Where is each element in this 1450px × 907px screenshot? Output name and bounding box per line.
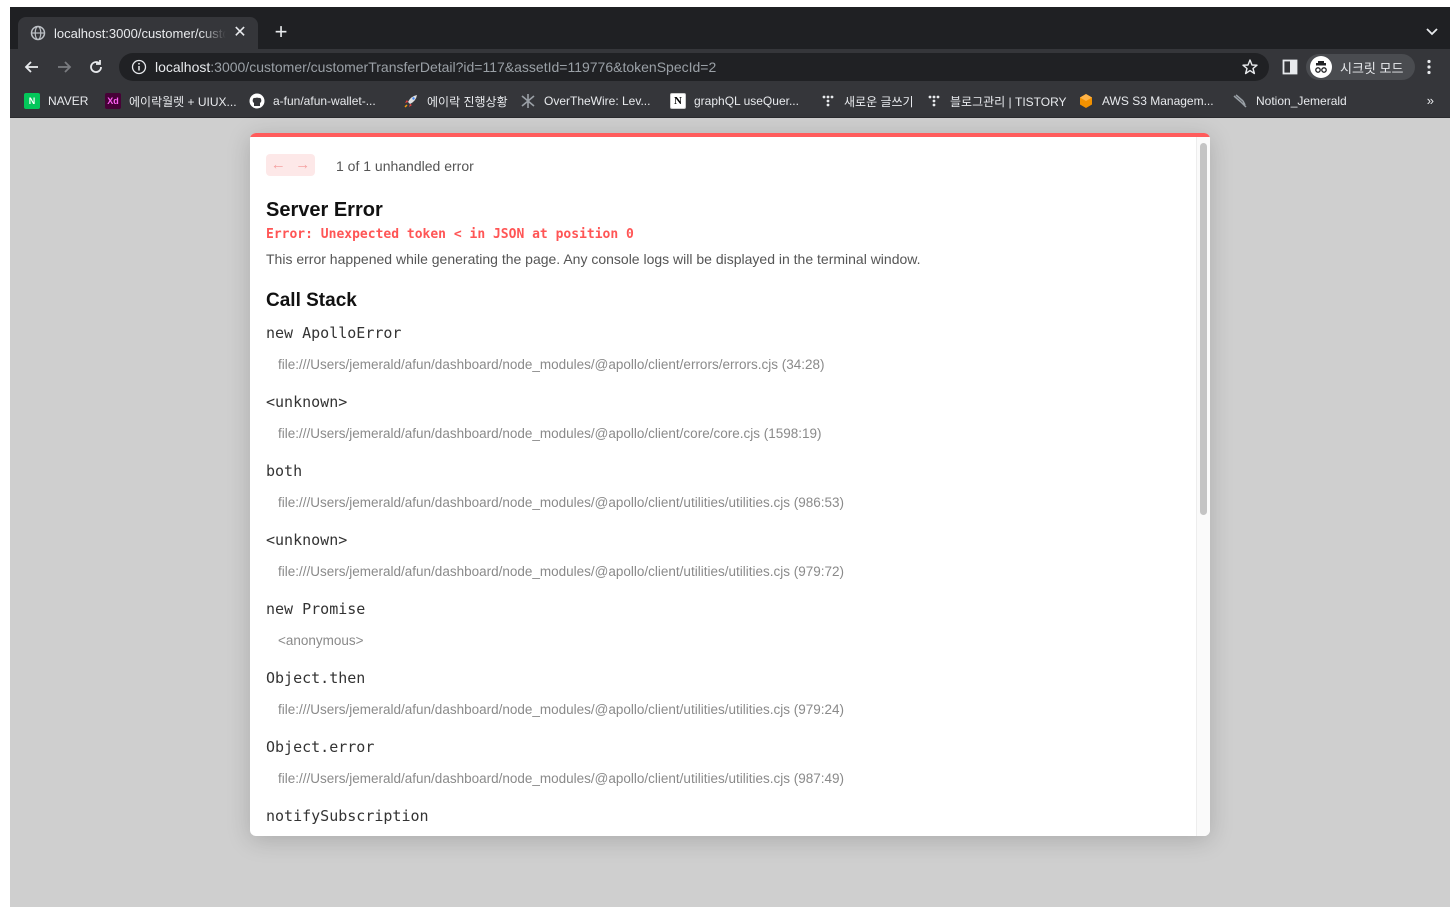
star-icon[interactable] <box>1241 58 1259 76</box>
stack-frame-name: <unknown> <box>266 531 348 549</box>
info-icon[interactable] <box>131 59 147 75</box>
incognito-label: 시크릿 모드 <box>1340 60 1404 76</box>
stack-frame-file[interactable]: file:///Users/jemerald/afun/dashboard/no… <box>278 771 844 786</box>
chevron-down-icon[interactable] <box>1424 23 1440 39</box>
previous-error-button[interactable]: ← <box>266 154 291 176</box>
bookmark-label: graphQL useQuer... <box>694 94 799 108</box>
stack-frame-name: new ApolloError <box>266 324 402 342</box>
error-pager: ← → <box>266 154 315 176</box>
aws-icon <box>1078 93 1094 109</box>
bookmark-item[interactable]: 에이락 진행상황 <box>403 93 508 109</box>
tab-strip: localhost:3000/customer/customerTransfer… <box>10 7 1450 49</box>
stack-frame-file[interactable]: file:///Users/jemerald/afun/dashboard/no… <box>278 564 844 579</box>
rocket-icon <box>403 93 419 109</box>
page-content: ← → 1 of 1 unhandled error Server Error … <box>10 118 1450 907</box>
bookmark-item[interactable]: AWS S3 Managem... <box>1078 93 1214 109</box>
stack-frame-name: Object.error <box>266 738 375 756</box>
bookmark-item[interactable]: OverTheWire: Lev... <box>520 93 650 109</box>
stack-frame-name: Object.then <box>266 669 366 687</box>
tab-close-icon[interactable]: ✕ <box>232 25 248 41</box>
error-message: Error: Unexpected token < in JSON at pos… <box>266 227 634 242</box>
stack-frame-file: <anonymous> <box>278 633 364 648</box>
more-vert-icon[interactable] <box>1420 58 1438 76</box>
url-text[interactable]: localhost:3000/customer/customerTransfer… <box>155 59 716 75</box>
bookmarks-overflow-button[interactable]: » <box>1427 93 1434 108</box>
globe-icon <box>30 25 46 41</box>
bookmark-item[interactable]: 블로그관리 | TISTORY <box>926 93 1067 109</box>
bookmark-label: a-fun/afun-wallet-... <box>273 94 376 108</box>
bookmark-item[interactable]: 새로운 글쓰기 <box>820 93 914 109</box>
overthewire-icon <box>520 93 536 109</box>
stack-frame-file[interactable]: file:///Users/jemerald/afun/dashboard/no… <box>278 426 822 441</box>
error-title: Server Error <box>266 199 383 221</box>
bookmark-label: OverTheWire: Lev... <box>544 94 651 108</box>
address-bar[interactable]: localhost:3000/customer/customerTransfer… <box>119 53 1269 81</box>
stack-frame-file[interactable]: file:///Users/jemerald/afun/dashboard/no… <box>278 495 844 510</box>
bookmark-item[interactable]: a-fun/afun-wallet-... <box>249 93 376 109</box>
stack-frame-file[interactable]: file:///Users/jemerald/afun/dashboard/no… <box>278 702 844 717</box>
reload-icon[interactable] <box>86 57 106 77</box>
tistory-icon <box>926 93 942 109</box>
stack-frame-file[interactable]: file:///Users/jemerald/afun/dashboard/no… <box>278 357 824 372</box>
error-count: 1 of 1 unhandled error <box>336 158 474 174</box>
bookmark-item[interactable]: N NAVER <box>24 93 88 109</box>
browser-toolbar: localhost:3000/customer/customerTransfer… <box>10 49 1450 85</box>
url-host: localhost <box>155 59 211 75</box>
bookmark-label: 새로운 글쓰기 <box>844 94 914 109</box>
browser-window: localhost:3000/customer/customerTransfer… <box>10 7 1450 907</box>
scrollbar-track[interactable] <box>1196 137 1210 836</box>
bookmark-label: AWS S3 Managem... <box>1102 94 1214 108</box>
bookmark-item[interactable]: N graphQL useQuer... <box>670 93 799 109</box>
github-icon <box>249 93 265 109</box>
bookmark-label: 에이락월렛 + UIUX... <box>129 94 237 109</box>
back-arrow-icon[interactable] <box>22 57 42 77</box>
incognito-icon <box>1310 56 1332 78</box>
stack-frame-name: notifySubscription <box>266 807 429 825</box>
adobe-xd-icon: Xd <box>105 93 121 109</box>
incognito-badge[interactable]: 시크릿 모드 <box>1306 54 1416 80</box>
bookmark-item[interactable]: Xd 에이락월렛 + UIUX... <box>105 93 237 109</box>
naver-icon: N <box>24 93 40 109</box>
bookmark-label: Notion_Jemerald <box>1256 94 1347 108</box>
browser-tab[interactable]: localhost:3000/customer/customerTransfer… <box>18 17 258 49</box>
bookmark-label: 블로그관리 | TISTORY <box>950 94 1067 109</box>
bookmark-label: 에이락 진행상황 <box>427 94 508 109</box>
error-accent-bar <box>250 133 1210 137</box>
new-tab-button[interactable]: + <box>270 21 292 43</box>
forward-arrow-icon[interactable] <box>54 57 74 77</box>
url-path: :3000/customer/customerTransferDetail?id… <box>210 59 717 75</box>
next-error-button[interactable]: → <box>291 154 316 176</box>
error-description: This error happened while generating the… <box>266 251 921 267</box>
notion-icon: N <box>670 93 686 109</box>
side-panel-icon[interactable] <box>1282 59 1298 75</box>
bookmark-label: NAVER <box>48 94 89 108</box>
stack-frame-name: new Promise <box>266 600 366 618</box>
tab-title: localhost:3000/customer/customerTransfer… <box>54 25 226 41</box>
bookmarks-bar: N NAVER Xd 에이락월렛 + UIUX... a-fun/afun-wa… <box>10 85 1450 118</box>
scrollbar-thumb[interactable] <box>1200 143 1207 515</box>
tistory-icon <box>820 93 836 109</box>
stack-frame-name: <unknown> <box>266 393 348 411</box>
stack-frame-name: both <box>266 462 303 480</box>
bookmark-icon <box>1232 93 1248 109</box>
error-overlay-dialog: ← → 1 of 1 unhandled error Server Error … <box>250 133 1210 836</box>
call-stack-title: Call Stack <box>266 290 357 311</box>
bookmark-item[interactable]: Notion_Jemerald <box>1232 93 1347 109</box>
